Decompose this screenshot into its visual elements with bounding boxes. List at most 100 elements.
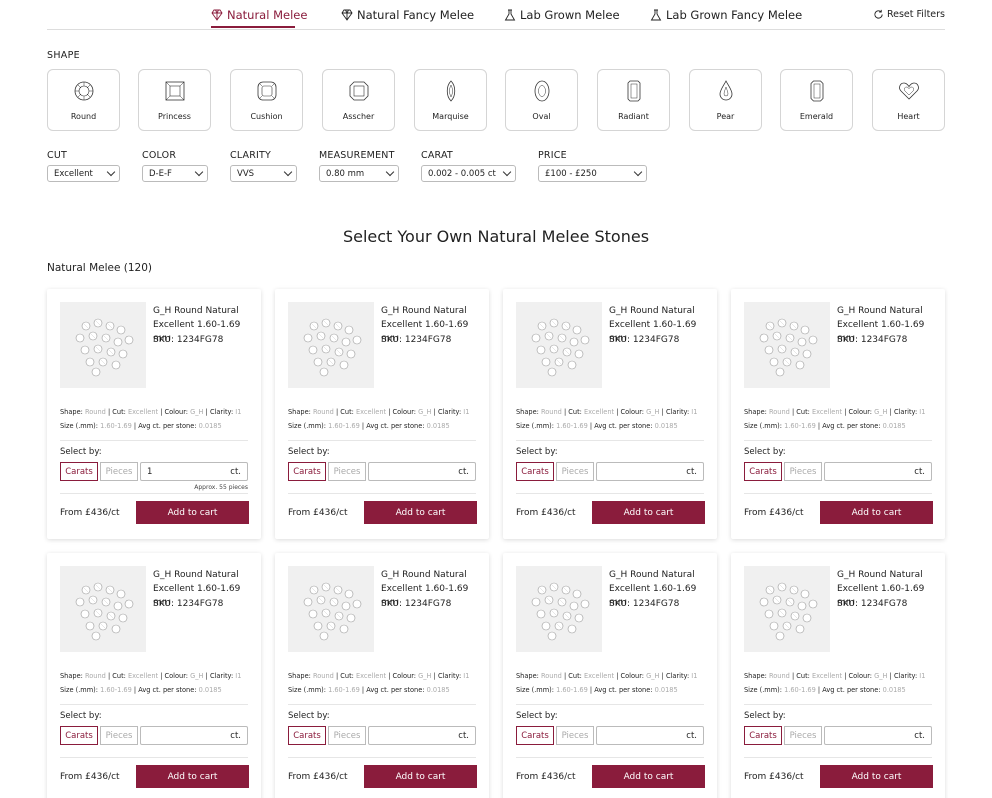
shape-option-round[interactable]: Round bbox=[47, 69, 120, 131]
chevron-down-icon bbox=[633, 167, 643, 177]
quantity-input[interactable]: ct. bbox=[596, 462, 704, 481]
pieces-toggle[interactable]: Pieces bbox=[328, 726, 366, 745]
divider bbox=[744, 493, 932, 494]
pieces-toggle[interactable]: Pieces bbox=[784, 726, 822, 745]
add-to-cart-button[interactable]: Add to cart bbox=[592, 501, 705, 524]
spec-value: I1 bbox=[463, 672, 470, 680]
quantity-input[interactable]: ct. bbox=[824, 462, 932, 481]
tab-natural-melee[interactable]: Natural Melee bbox=[211, 8, 307, 22]
clarity-select[interactable]: VVS bbox=[230, 165, 297, 182]
pieces-toggle[interactable]: Pieces bbox=[556, 462, 594, 481]
add-to-cart-button[interactable]: Add to cart bbox=[364, 765, 477, 788]
shape-option-princess[interactable]: Princess bbox=[138, 69, 211, 131]
add-to-cart-button[interactable]: Add to cart bbox=[136, 501, 249, 524]
spec-value: I1 bbox=[235, 672, 242, 680]
carat-select[interactable]: 0.002 - 0.005 ct bbox=[421, 165, 516, 182]
shape-option-cushion[interactable]: Cushion bbox=[230, 69, 303, 131]
pieces-toggle[interactable]: Pieces bbox=[328, 462, 366, 481]
carats-toggle[interactable]: Carats bbox=[60, 462, 98, 481]
product-image[interactable] bbox=[516, 566, 602, 652]
reset-filters-button[interactable]: Reset Filters bbox=[873, 9, 945, 20]
shape-option-emerald[interactable]: Emerald bbox=[780, 69, 853, 131]
product-card: G_H Round Natural Excellent 1.60-1.69 mm… bbox=[275, 289, 489, 539]
spec-value: Round bbox=[312, 408, 334, 416]
carats-toggle[interactable]: Carats bbox=[288, 726, 326, 745]
spec-label: Shape: bbox=[516, 408, 539, 416]
princess-shape-icon bbox=[165, 81, 184, 101]
tab-lab-grown-melee[interactable]: Lab Grown Melee bbox=[504, 8, 620, 22]
pieces-toggle[interactable]: Pieces bbox=[100, 462, 138, 481]
add-to-cart-button[interactable]: Add to cart bbox=[820, 501, 933, 524]
pear-shape-icon bbox=[719, 80, 732, 101]
quantity-input[interactable]: 1 ct. bbox=[140, 462, 248, 481]
spec-label: Cut: bbox=[568, 408, 582, 416]
pieces-toggle[interactable]: Pieces bbox=[784, 462, 822, 481]
carats-toggle[interactable]: Carats bbox=[60, 726, 98, 745]
shape-option-radiant[interactable]: Radiant bbox=[597, 69, 670, 131]
page-heading: Select Your Own Natural Melee Stones bbox=[342, 227, 650, 246]
shape-option-pear[interactable]: Pear bbox=[689, 69, 762, 131]
product-price: From £436/ct bbox=[60, 772, 120, 782]
product-image[interactable] bbox=[288, 566, 374, 652]
carats-toggle[interactable]: Carats bbox=[744, 726, 782, 745]
carats-toggle[interactable]: Carats bbox=[516, 462, 554, 481]
spec-label: Shape: bbox=[288, 408, 311, 416]
spec-label: Clarity: bbox=[437, 672, 462, 680]
quantity-input[interactable]: ct. bbox=[596, 726, 704, 745]
tab-lab-grown-fancy-melee[interactable]: Lab Grown Fancy Melee bbox=[650, 8, 802, 22]
quantity-input[interactable]: ct. bbox=[368, 726, 476, 745]
product-image[interactable] bbox=[516, 302, 602, 388]
pieces-toggle[interactable]: Pieces bbox=[100, 726, 138, 745]
spec-value: G_H bbox=[646, 672, 660, 680]
chevron-down-icon bbox=[283, 167, 293, 177]
product-image[interactable] bbox=[744, 566, 830, 652]
shape-option-oval[interactable]: Oval bbox=[505, 69, 578, 131]
product-title-line: G_H Round Natural bbox=[153, 306, 239, 316]
spec-label: Clarity: bbox=[209, 408, 234, 416]
spec-value: G_H bbox=[190, 672, 204, 680]
shape-option-asscher[interactable]: Asscher bbox=[322, 69, 395, 131]
carats-toggle[interactable]: Carats bbox=[516, 726, 554, 745]
pieces-toggle[interactable]: Pieces bbox=[556, 726, 594, 745]
unit-suffix: ct. bbox=[914, 730, 925, 741]
spec-label: Avg ct. per stone: bbox=[822, 422, 881, 430]
spec-value: Round bbox=[540, 672, 562, 680]
spec-label: Shape: bbox=[288, 672, 311, 680]
product-specs: Shape: Round | Cut: Excellent | Colour: … bbox=[60, 672, 242, 694]
filter-clarity: CLARITY VVS bbox=[230, 150, 297, 182]
product-image[interactable] bbox=[288, 302, 374, 388]
product-image[interactable] bbox=[60, 302, 146, 388]
quantity-input[interactable]: ct. bbox=[368, 462, 476, 481]
quantity-input[interactable]: ct. bbox=[140, 726, 248, 745]
shape-option-marquise[interactable]: Marquise bbox=[414, 69, 487, 131]
product-image[interactable] bbox=[60, 566, 146, 652]
cut-select[interactable]: Excellent bbox=[47, 165, 120, 182]
quantity-input[interactable]: ct. bbox=[824, 726, 932, 745]
product-image[interactable] bbox=[744, 302, 830, 388]
spec-label: Colour: bbox=[164, 672, 189, 680]
spec-label: Shape: bbox=[744, 408, 767, 416]
unit-toggle: Carats Pieces bbox=[516, 726, 594, 745]
divider bbox=[288, 440, 476, 441]
filter-color: COLOR D-E-F bbox=[142, 150, 208, 182]
product-specs: Shape: Round | Cut: Excellent | Colour: … bbox=[288, 408, 470, 430]
measurement-select[interactable]: 0.80 mm bbox=[319, 165, 399, 182]
add-to-cart-button[interactable]: Add to cart bbox=[820, 765, 933, 788]
carats-toggle[interactable]: Carats bbox=[744, 462, 782, 481]
add-to-cart-button[interactable]: Add to cart bbox=[136, 765, 249, 788]
color-select[interactable]: D-E-F bbox=[142, 165, 208, 182]
carats-toggle[interactable]: Carats bbox=[288, 462, 326, 481]
divider bbox=[516, 440, 704, 441]
product-price: From £436/ct bbox=[516, 508, 576, 518]
spec-label: Cut: bbox=[340, 408, 354, 416]
spec-value: 1.60-1.69 bbox=[556, 422, 588, 430]
add-to-cart-button[interactable]: Add to cart bbox=[592, 765, 705, 788]
spec-value: Round bbox=[768, 672, 790, 680]
product-title-line: G_H Round Natural bbox=[837, 306, 923, 316]
price-select[interactable]: £100 - £250 bbox=[538, 165, 647, 182]
tab-natural-fancy-melee[interactable]: Natural Fancy Melee bbox=[341, 8, 474, 22]
shape-option-heart[interactable]: Heart bbox=[872, 69, 945, 131]
add-to-cart-button[interactable]: Add to cart bbox=[364, 501, 477, 524]
marquise-shape-icon bbox=[446, 80, 455, 102]
tab-label: Lab Grown Melee bbox=[520, 8, 620, 22]
